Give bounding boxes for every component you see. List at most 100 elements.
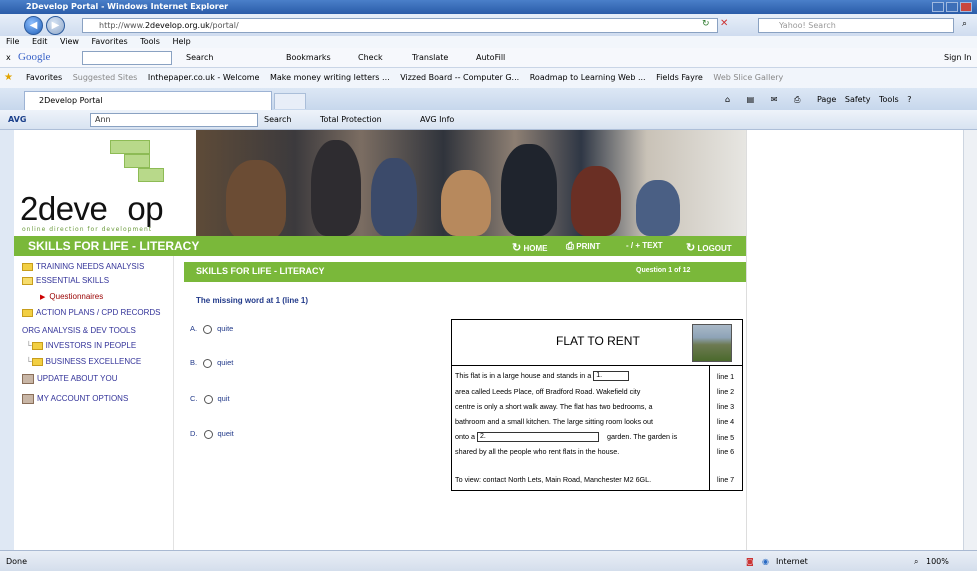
folder-icon bbox=[31, 341, 43, 350]
google-search-input[interactable] bbox=[82, 51, 172, 65]
favorite-link-1[interactable]: Suggested Sites bbox=[73, 73, 138, 82]
sidebar-item-questionnaires[interactable]: ▶ Questionnaires bbox=[40, 292, 103, 301]
favorites-button[interactable]: Favorites bbox=[26, 73, 62, 82]
sign-in-link[interactable]: Sign In bbox=[944, 53, 971, 62]
vertical-scrollbar[interactable] bbox=[963, 130, 977, 550]
menu-edit[interactable]: Edit bbox=[32, 37, 48, 46]
page-content: 2deve op online direction for development… bbox=[14, 130, 977, 550]
passage-line: area called Leeds Place, off Bradford Ro… bbox=[455, 387, 641, 396]
menu-tools[interactable]: Tools bbox=[140, 37, 160, 46]
refresh-icon[interactable]: ↻ bbox=[702, 19, 710, 29]
print-icon[interactable]: ⎙ bbox=[794, 95, 800, 104]
safety-menu[interactable]: Safety bbox=[845, 95, 871, 104]
stop-icon[interactable]: ✕ bbox=[720, 18, 728, 29]
google-autofill-button[interactable]: AutoFill bbox=[476, 53, 505, 62]
sidebar-item-essential-skills[interactable]: ESSENTIAL SKILLS bbox=[22, 276, 109, 285]
site-banner: 2deve op online direction for development bbox=[14, 130, 746, 236]
photo-person bbox=[501, 144, 557, 236]
sidebar-item-org-analysis[interactable]: ORG ANALYSIS & DEV TOOLS bbox=[22, 326, 136, 335]
search-input[interactable]: Yahoo! Search bbox=[758, 18, 954, 33]
passage-header: FLAT TO RENT bbox=[452, 320, 742, 366]
zoom-icon: ⌕ bbox=[914, 557, 919, 566]
favorite-link-3[interactable]: Make money writing letters ... bbox=[270, 73, 390, 82]
tab-row: 2Develop Portal ⌂ ▤ ✉ ⎙ Page Safety Tool… bbox=[0, 88, 977, 110]
house-photo bbox=[692, 324, 732, 362]
folder-icon bbox=[31, 357, 43, 366]
help-icon[interactable]: ? bbox=[907, 95, 911, 104]
google-toolbar-close[interactable]: x bbox=[6, 53, 11, 62]
google-bookmarks-button[interactable]: Bookmarks bbox=[286, 53, 331, 62]
sidebar-item-update-about-you[interactable]: UPDATE ABOUT YOU bbox=[22, 374, 117, 384]
line-number: line 1 bbox=[717, 372, 735, 381]
passage-line: To view: contact North Lets, Main Road, … bbox=[455, 475, 652, 484]
status-bar: Done ◙ ◉ Internet ⌕ 100% bbox=[0, 550, 977, 571]
section-title: SKILLS FOR LIFE - LITERACY bbox=[28, 239, 200, 253]
sidebar-item-my-account[interactable]: MY ACCOUNT OPTIONS bbox=[22, 394, 128, 404]
close-window-button[interactable] bbox=[960, 2, 972, 12]
text-size-link[interactable]: - / + TEXT bbox=[626, 241, 663, 250]
sidebar: TRAINING NEEDS ANALYSIS ESSENTIAL SKILLS… bbox=[14, 256, 174, 550]
popup-blocked-icon[interactable]: ◙ bbox=[746, 557, 754, 566]
menu-help[interactable]: Help bbox=[172, 37, 190, 46]
zoom-level[interactable]: 100% bbox=[926, 557, 949, 566]
print-link[interactable]: ⎙ PRINT bbox=[566, 241, 600, 252]
feeds-icon[interactable]: ▤ bbox=[747, 95, 755, 104]
sidebar-item-business-excellence[interactable]: └ BUSINESS EXCELLENCE bbox=[26, 357, 141, 366]
option-a[interactable]: A. quite bbox=[190, 324, 233, 334]
menu-file[interactable]: File bbox=[6, 37, 19, 46]
option-d-radio[interactable] bbox=[203, 429, 213, 439]
option-c[interactable]: C. quit bbox=[190, 394, 230, 404]
page-menu[interactable]: Page bbox=[817, 95, 836, 104]
forward-button[interactable]: ▶ bbox=[46, 16, 65, 35]
option-d[interactable]: D. queit bbox=[190, 429, 234, 439]
sidebar-item-label: Questionnaires bbox=[49, 292, 104, 301]
option-letter: D. bbox=[190, 429, 198, 438]
back-button[interactable]: ◀ bbox=[24, 16, 43, 35]
google-check-button[interactable]: Check bbox=[358, 53, 383, 62]
open-folder-icon bbox=[22, 276, 33, 285]
address-input[interactable]: http://www.2develop.org.uk/portal/ bbox=[82, 18, 718, 33]
option-c-radio[interactable] bbox=[203, 394, 213, 404]
logo-text-right: op bbox=[127, 190, 164, 227]
google-search-button[interactable]: Search bbox=[186, 53, 213, 62]
minimize-button[interactable] bbox=[932, 2, 944, 12]
favorites-bar: ★ Favorites Suggested Sites Inthepaper.c… bbox=[0, 68, 977, 88]
favorite-link-5[interactable]: Roadmap to Learning Web ... bbox=[530, 73, 646, 82]
favorite-link-7[interactable]: Web Slice Gallery bbox=[713, 73, 783, 82]
avg-info[interactable]: AVG Info bbox=[420, 115, 454, 124]
home-icon[interactable]: ⌂ bbox=[725, 95, 730, 104]
passage-text: This flat is in a large house and stands… bbox=[455, 371, 592, 380]
security-zone[interactable]: Internet bbox=[776, 557, 808, 566]
option-a-radio[interactable] bbox=[203, 324, 213, 334]
passage-line: onto a 2. garden. The garden is bbox=[455, 432, 677, 443]
tools-menu[interactable]: Tools bbox=[879, 95, 899, 104]
new-tab-button[interactable] bbox=[274, 93, 306, 109]
avg-total-protection[interactable]: Total Protection bbox=[320, 115, 382, 124]
logout-link[interactable]: ↻ LOGOUT bbox=[686, 241, 732, 254]
sidebar-item-investors[interactable]: └ INVESTORS IN PEOPLE bbox=[26, 341, 136, 350]
option-b-radio[interactable] bbox=[203, 358, 213, 368]
avg-search-input[interactable]: Ann bbox=[90, 113, 258, 127]
option-b[interactable]: B. quiet bbox=[190, 358, 233, 368]
search-icon[interactable]: ⌕ bbox=[962, 19, 967, 29]
avg-search-button[interactable]: Search bbox=[264, 115, 291, 124]
menu-view[interactable]: View bbox=[60, 37, 79, 46]
favorite-link-6[interactable]: Fields Fayre bbox=[656, 73, 703, 82]
sidebar-item-training-needs[interactable]: TRAINING NEEDS ANALYSIS bbox=[22, 262, 144, 271]
favorite-link-4[interactable]: Vizzed Board -- Computer G... bbox=[400, 73, 519, 82]
tab-2develop-portal[interactable]: 2Develop Portal bbox=[24, 91, 272, 110]
question-prompt: The missing word at 1 (line 1) bbox=[196, 296, 309, 305]
google-translate-button[interactable]: Translate bbox=[412, 53, 448, 62]
site-logo[interactable]: 2deve op bbox=[20, 190, 164, 228]
avg-logo[interactable]: AVG bbox=[8, 115, 26, 124]
section-bar: SKILLS FOR LIFE - LITERACY ↻ HOME ⎙ PRIN… bbox=[14, 236, 746, 256]
sidebar-item-label: MY ACCOUNT OPTIONS bbox=[37, 394, 129, 404]
home-link[interactable]: ↻ HOME bbox=[512, 241, 547, 254]
menu-favorites[interactable]: Favorites bbox=[92, 37, 128, 46]
maximize-button[interactable] bbox=[946, 2, 958, 12]
favorite-link-2[interactable]: Inthepaper.co.uk - Welcome bbox=[148, 73, 260, 82]
sidebar-item-action-plans[interactable]: ACTION PLANS / CPD RECORDS bbox=[22, 308, 160, 317]
passage-line: This flat is in a large house and stands… bbox=[455, 371, 630, 382]
globe-icon: ◉ bbox=[762, 557, 769, 566]
mail-icon[interactable]: ✉ bbox=[771, 95, 778, 104]
